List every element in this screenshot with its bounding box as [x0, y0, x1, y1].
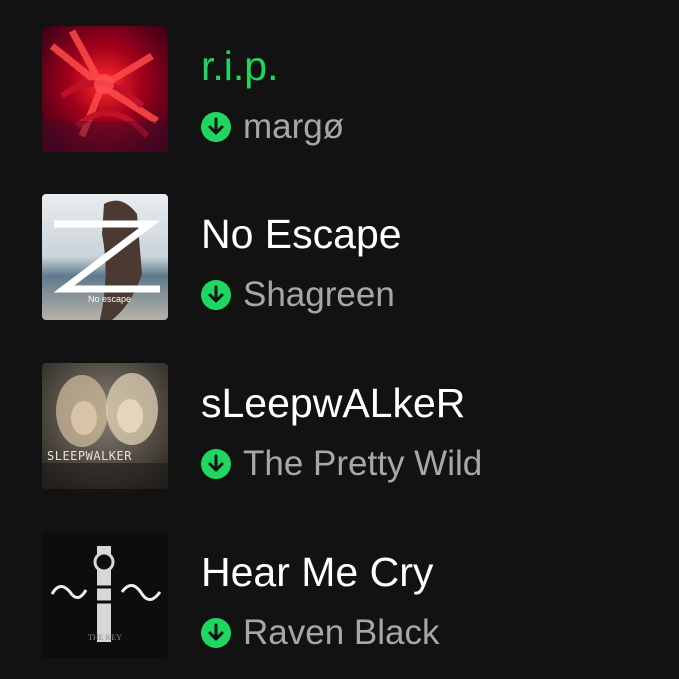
- artist-name: Raven Black: [243, 613, 440, 652]
- track-title: r.i.p.: [201, 43, 279, 89]
- track-meta: Shagreen: [201, 275, 395, 315]
- download-arrow-icon: [201, 449, 231, 479]
- artist-name: The Pretty Wild: [243, 444, 483, 483]
- download-arrow-icon: [201, 112, 231, 142]
- track-title: Hear Me Cry: [201, 549, 434, 595]
- album-art: SLEEPWALKER: [42, 363, 168, 489]
- art-caption: THE KEY: [88, 633, 122, 642]
- track-title: No Escape: [201, 211, 402, 257]
- album-art: No escape: [42, 194, 168, 320]
- art-caption: SLEEPWALKER: [47, 449, 132, 463]
- download-arrow-icon: [201, 618, 231, 648]
- artist-name: margø: [243, 107, 345, 146]
- album-art: THE KEY: [42, 532, 168, 658]
- art-caption: No escape: [88, 294, 131, 304]
- track-row-rip[interactable]: r.i.p. margø: [0, 26, 679, 176]
- track-list: r.i.p. margø No escape No Escape Shagree…: [0, 0, 679, 679]
- track-row-no-escape[interactable]: No escape No Escape Shagreen: [0, 194, 679, 344]
- download-arrow-icon: [201, 280, 231, 310]
- track-row-hear-me-cry[interactable]: THE KEY Hear Me Cry Raven Black: [0, 532, 679, 679]
- track-row-sleepwalker[interactable]: SLEEPWALKER sLeepwALkeR The Pretty Wild: [0, 363, 679, 513]
- track-meta: margø: [201, 107, 344, 147]
- track-meta: Raven Black: [201, 613, 439, 653]
- track-title: sLeepwALkeR: [201, 380, 466, 426]
- artist-name: Shagreen: [243, 275, 395, 314]
- album-art: [42, 26, 168, 152]
- track-meta: The Pretty Wild: [201, 444, 482, 484]
